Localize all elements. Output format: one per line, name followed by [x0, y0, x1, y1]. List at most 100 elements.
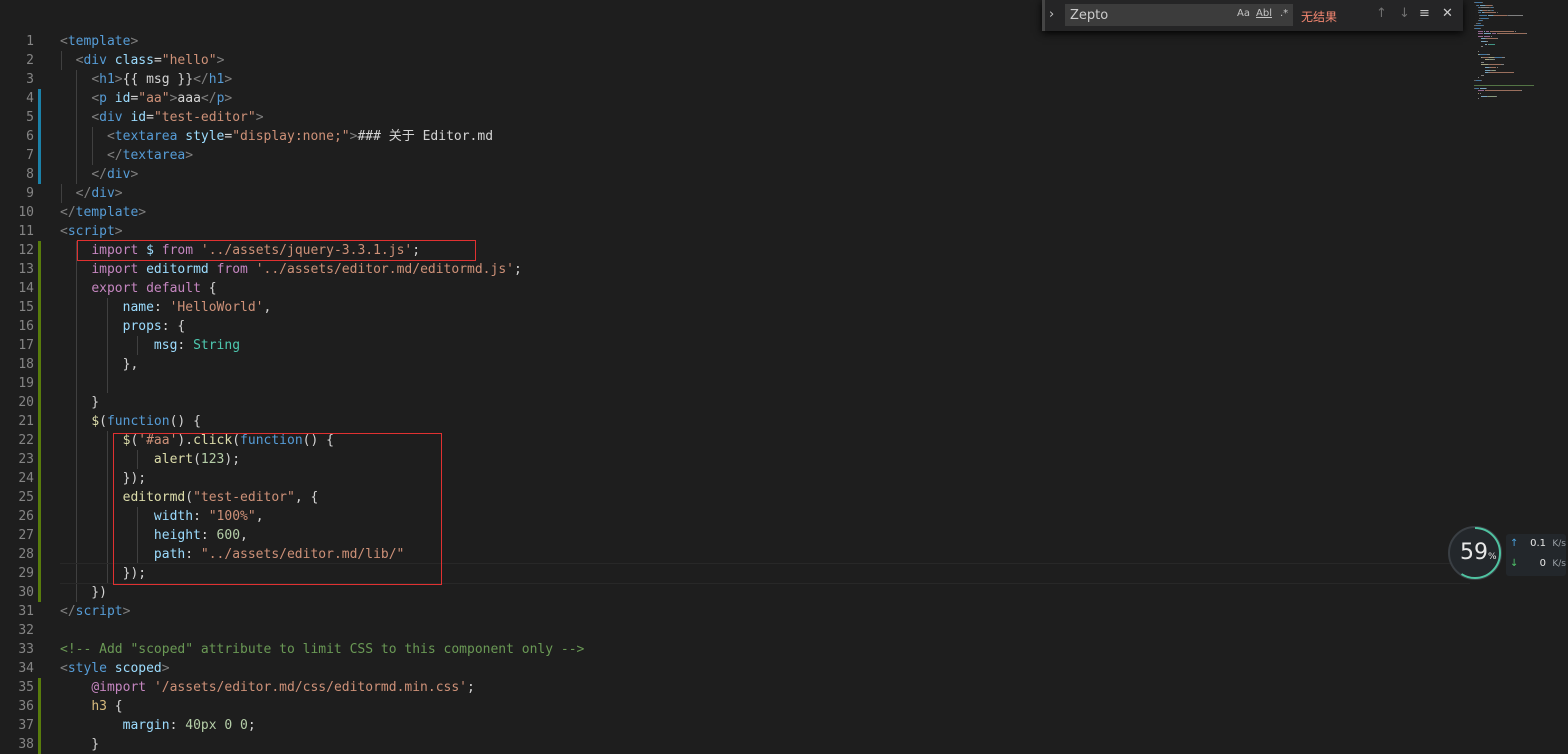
code-token: from: [161, 243, 194, 258]
line-number: 38: [18, 737, 34, 752]
added-line-marker: [38, 355, 41, 374]
code-line[interactable]: 19: [0, 374, 1470, 393]
line-number: 2: [26, 53, 34, 68]
code-token: function: [240, 433, 303, 448]
code-line[interactable]: 6 <textarea style="display:none;">### 关于…: [0, 127, 1470, 146]
code-line[interactable]: 21 $(function() {: [0, 412, 1470, 431]
code-line[interactable]: 7 </textarea>: [0, 146, 1470, 165]
code-token: $: [146, 243, 154, 258]
code-token: >: [161, 661, 170, 676]
code-token: "../assets/editor.md/lib/": [200, 547, 405, 562]
code-token: width: [153, 509, 194, 524]
code-token: >: [255, 110, 264, 125]
line-number: 21: [18, 414, 34, 429]
minimap[interactable]: [1474, 0, 1568, 110]
minimap-line: [1492, 4, 1493, 6]
code-text: height: 600,: [60, 526, 248, 545]
line-number: 11: [18, 224, 34, 239]
close-icon[interactable]: ✕: [1442, 6, 1453, 21]
code-token: 'HelloWorld': [169, 300, 264, 315]
code-editor[interactable]: 1 <template> 2 <div class="hello"> 3 <h1>{{…: [0, 0, 1568, 754]
code-line[interactable]: 2 <div class="hello">: [0, 51, 1470, 70]
code-token: <: [91, 91, 100, 106]
code-line[interactable]: 25 editormd("test-editor", {: [0, 488, 1470, 507]
code-line[interactable]: 5 <div id="test-editor">: [0, 108, 1470, 127]
code-token: : {: [161, 319, 186, 334]
code-line[interactable]: 13 import editormd from '../assets/edito…: [0, 260, 1470, 279]
code-text: });: [60, 469, 146, 488]
chevron-right-icon[interactable]: ›: [1049, 7, 1054, 22]
code-line[interactable]: 8 </div>: [0, 165, 1470, 184]
code-line[interactable]: 1 <template>: [0, 32, 1470, 51]
code-line[interactable]: 37 margin: 40px 0 0;: [0, 716, 1470, 735]
minimap-line: [1481, 74, 1484, 76]
code-line[interactable]: 23 alert(123);: [0, 450, 1470, 469]
code-line[interactable]: 22 $('#aa').click(function() {: [0, 431, 1470, 450]
regex-toggle[interactable]: .*: [1280, 8, 1288, 19]
code-line[interactable]: 34 <style scoped>: [0, 659, 1470, 678]
code-line[interactable]: 36 h3 {: [0, 697, 1470, 716]
code-token: >: [216, 53, 225, 68]
current-line-highlight: [60, 563, 1470, 584]
code-line[interactable]: 4 <p id="aa">aaa</p>: [0, 89, 1470, 108]
line-number: 12: [18, 243, 34, 258]
match-case-toggle[interactable]: Aa: [1237, 8, 1250, 19]
whole-word-toggle[interactable]: Abl: [1256, 8, 1272, 19]
added-line-marker: [38, 279, 41, 298]
code-token: :: [185, 547, 201, 562]
code-line[interactable]: 17 msg: String: [0, 336, 1470, 355]
code-line[interactable]: 35 @import '/assets/editor.md/css/editor…: [0, 678, 1470, 697]
code-line[interactable]: 38 }: [0, 735, 1470, 754]
minimap-line: [1480, 93, 1482, 94]
code-line[interactable]: 14 export default {: [0, 279, 1470, 298]
arrow-up-icon[interactable]: ↑: [1376, 6, 1387, 21]
line-number: 32: [18, 623, 34, 638]
code-line[interactable]: 15 name: 'HelloWorld',: [0, 298, 1470, 317]
code-line[interactable]: 11 <script>: [0, 222, 1470, 241]
arrow-down-icon[interactable]: ↓: [1399, 6, 1410, 21]
code-line[interactable]: 30 }): [0, 583, 1470, 602]
minimap-line: [1477, 33, 1483, 35]
modified-line-marker: [38, 165, 41, 184]
line-number: 13: [18, 262, 34, 277]
code-token: :: [169, 718, 186, 733]
minimap-line: [1481, 64, 1489, 66]
minimap-line: [1486, 38, 1498, 40]
code-line[interactable]: 28 path: "../assets/editor.md/lib/": [0, 545, 1470, 564]
code-token: 123: [200, 452, 225, 467]
line-number: 31: [18, 604, 34, 619]
code-text: margin: 40px 0 0;: [60, 716, 256, 735]
code-text: <div id="test-editor">: [60, 108, 264, 127]
code-line[interactable]: 20 }: [0, 393, 1470, 412]
code-token: template: [75, 205, 139, 220]
code-token: msg: [153, 338, 178, 353]
minimap-line: [1489, 43, 1495, 45]
code-line[interactable]: 33 <!-- Add "scoped" attribute to limit C…: [0, 640, 1470, 659]
code-line[interactable]: 9 </div>: [0, 184, 1470, 203]
code-line[interactable]: 10 </template>: [0, 203, 1470, 222]
code-line[interactable]: 3 <h1>{{ msg }}</h1>: [0, 70, 1470, 89]
code-token: }): [60, 585, 107, 600]
code-token: import: [91, 243, 139, 258]
code-token: (: [99, 414, 107, 429]
code-line[interactable]: 32: [0, 621, 1470, 640]
code-token: ,: [263, 300, 272, 315]
code-line[interactable]: 26 width: "100%",: [0, 507, 1470, 526]
code-line[interactable]: 31 </script>: [0, 602, 1470, 621]
code-line[interactable]: 24 });: [0, 469, 1470, 488]
find-in-selection-icon[interactable]: ≡: [1419, 6, 1430, 21]
code-line[interactable]: 16 props: {: [0, 317, 1470, 336]
code-token: <: [60, 34, 68, 49]
code-line[interactable]: 18 },: [0, 355, 1470, 374]
minimap-line: [1481, 80, 1483, 81]
code-line[interactable]: 12 import $ from '../assets/jquery-3.3.1…: [0, 241, 1470, 260]
code-line[interactable]: 27 height: 600,: [0, 526, 1470, 545]
minimap-line: [1501, 56, 1506, 58]
